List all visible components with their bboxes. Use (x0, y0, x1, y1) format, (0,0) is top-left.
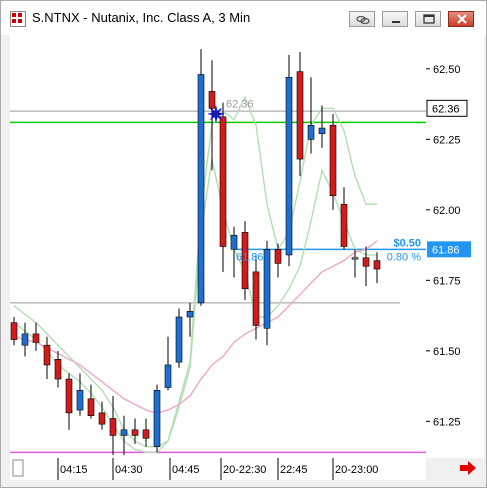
candle-body (65, 378, 73, 414)
candle-body (186, 311, 194, 318)
minimize-icon (392, 21, 400, 23)
candle-body (307, 124, 315, 140)
candle-body (153, 390, 161, 448)
maximize-icon (423, 14, 435, 24)
candle[interactable] (65, 373, 73, 430)
candle-body (274, 249, 282, 264)
time-axis-scroll-box[interactable] (12, 459, 24, 477)
candle[interactable] (219, 102, 227, 272)
candle-body (164, 364, 172, 388)
price-tick-label: 62.00 (433, 205, 461, 217)
candle-body (197, 74, 205, 304)
candle[interactable] (263, 240, 271, 346)
scroll-right-arrow-icon[interactable] (457, 459, 479, 477)
candle-body (76, 390, 84, 411)
time-tick-label: 04:45 (172, 464, 200, 476)
candle-body (263, 249, 271, 329)
candle[interactable] (362, 246, 370, 286)
candle[interactable] (373, 252, 381, 284)
candle[interactable] (54, 350, 62, 388)
candle[interactable] (285, 54, 293, 267)
price-change-label: $0.50 (393, 237, 421, 249)
app-icon (10, 11, 26, 27)
line-price-label: 61.86 (432, 244, 460, 256)
end-marker (353, 256, 358, 260)
low-price-label: 61.86 (236, 251, 264, 263)
candle[interactable] (329, 113, 337, 210)
candle[interactable] (296, 51, 304, 176)
time-tick-label: 20-23:00 (335, 464, 378, 476)
candle-body (87, 398, 95, 416)
candle[interactable] (43, 336, 51, 380)
candle-body (285, 76, 293, 256)
window-title: S.NTNX - Nutanix, Inc. Class A, 3 Min (32, 10, 251, 25)
candle-body (219, 116, 227, 247)
time-tick-label: 20-22:30 (223, 464, 266, 476)
time-tick-label: 22:45 (280, 464, 308, 476)
candle-body (32, 333, 40, 343)
candle[interactable] (120, 415, 128, 456)
time-axis-svg: 04:15 04:30 04:45 20-22:30 22:45 20-23:00 (12, 458, 378, 480)
close-button[interactable] (448, 11, 474, 27)
candle[interactable] (307, 77, 315, 154)
candle-body (142, 429, 150, 439)
current-price-label: 62.36 (432, 103, 460, 115)
minimize-button[interactable] (382, 11, 408, 27)
price-axis-svg: 62.50 62.25 62.00 61.75 61.50 61.25 62.36 61.86 (426, 64, 471, 428)
candle[interactable] (164, 336, 172, 391)
high-price-label: 62.36 (226, 98, 254, 110)
time-axis[interactable]: 04:15 04:30 04:45 20-22:30 22:45 20-23:00 (10, 458, 426, 480)
candle-body (175, 316, 183, 363)
candle[interactable] (21, 322, 29, 357)
candle[interactable] (142, 418, 150, 447)
candle-body (318, 127, 326, 134)
chart-plot-area[interactable]: 62.36 61.86 $0.50 0.80 % (10, 35, 426, 458)
candle[interactable] (175, 308, 183, 368)
percent-change-label: 0.80 % (387, 251, 421, 263)
link-icon (356, 15, 370, 25)
maximize-button[interactable] (415, 11, 441, 27)
price-axis[interactable]: 62.50 62.25 62.00 61.75 61.50 61.25 62.36 61.86 (426, 35, 484, 458)
candle-body (109, 418, 117, 436)
price-tick-label: 62.25 (433, 134, 461, 146)
star-marker-icon[interactable] (207, 105, 225, 123)
price-tick-label: 61.75 (433, 275, 461, 287)
candle[interactable] (87, 384, 95, 419)
price-tick-label: 62.50 (433, 64, 461, 76)
candle[interactable] (340, 187, 348, 250)
price-chart[interactable]: 62.36 61.86 $0.50 0.80 % (10, 35, 426, 458)
close-icon (457, 14, 467, 24)
candle-body (362, 257, 370, 267)
time-tick-label: 04:15 (60, 464, 88, 476)
candle[interactable] (10, 317, 18, 346)
candle-body (21, 333, 29, 346)
candle[interactable] (197, 49, 205, 306)
candle-body (373, 260, 381, 270)
candle-body (131, 429, 139, 436)
link-button[interactable] (349, 11, 375, 27)
candle[interactable] (32, 322, 40, 351)
candle-body (296, 71, 304, 160)
candle-body (340, 203, 348, 247)
candle[interactable] (98, 401, 106, 430)
candle-body (98, 412, 106, 425)
price-tick-label: 61.25 (433, 416, 461, 428)
price-tick-label: 61.50 (433, 346, 461, 358)
candle[interactable] (131, 418, 139, 444)
candle-body (252, 271, 260, 326)
title-bar[interactable]: S.NTNX - Nutanix, Inc. Class A, 3 Min (1, 1, 486, 35)
candle-body (10, 322, 18, 340)
candle-body (230, 234, 238, 250)
candle-body (54, 358, 62, 380)
chart-window: S.NTNX - Nutanix, Inc. Class A, 3 Min 62… (0, 0, 487, 488)
candle-body (208, 91, 216, 109)
candle-body (329, 124, 337, 197)
candle-body (43, 344, 51, 366)
time-tick-label: 04:30 (115, 464, 143, 476)
candle-body (120, 429, 128, 436)
candle[interactable] (153, 384, 161, 453)
